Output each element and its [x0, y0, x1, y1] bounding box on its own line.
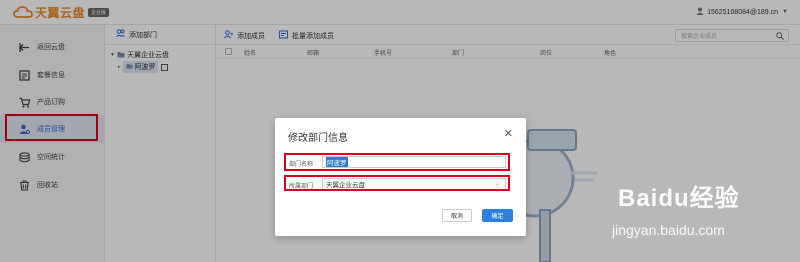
edit-department-dialog: 修改部门信息 ✕ 部门名称 阿波罗 所属部门 天翼企业云盘 ⌄ 取消 确定 — [275, 118, 526, 236]
highlight-box — [284, 153, 510, 171]
watermark-brand: Baidu经验 — [618, 185, 740, 212]
confirm-button[interactable]: 确定 — [482, 209, 513, 222]
watermark-url: jingyan.baidu.com — [612, 222, 725, 238]
close-icon[interactable]: ✕ — [504, 127, 513, 140]
dialog-title: 修改部门信息 — [288, 133, 348, 144]
watermark: Baidu经验 jingyan.baidu.com — [612, 178, 792, 258]
highlight-box — [284, 175, 510, 191]
cancel-button[interactable]: 取消 — [442, 209, 472, 222]
